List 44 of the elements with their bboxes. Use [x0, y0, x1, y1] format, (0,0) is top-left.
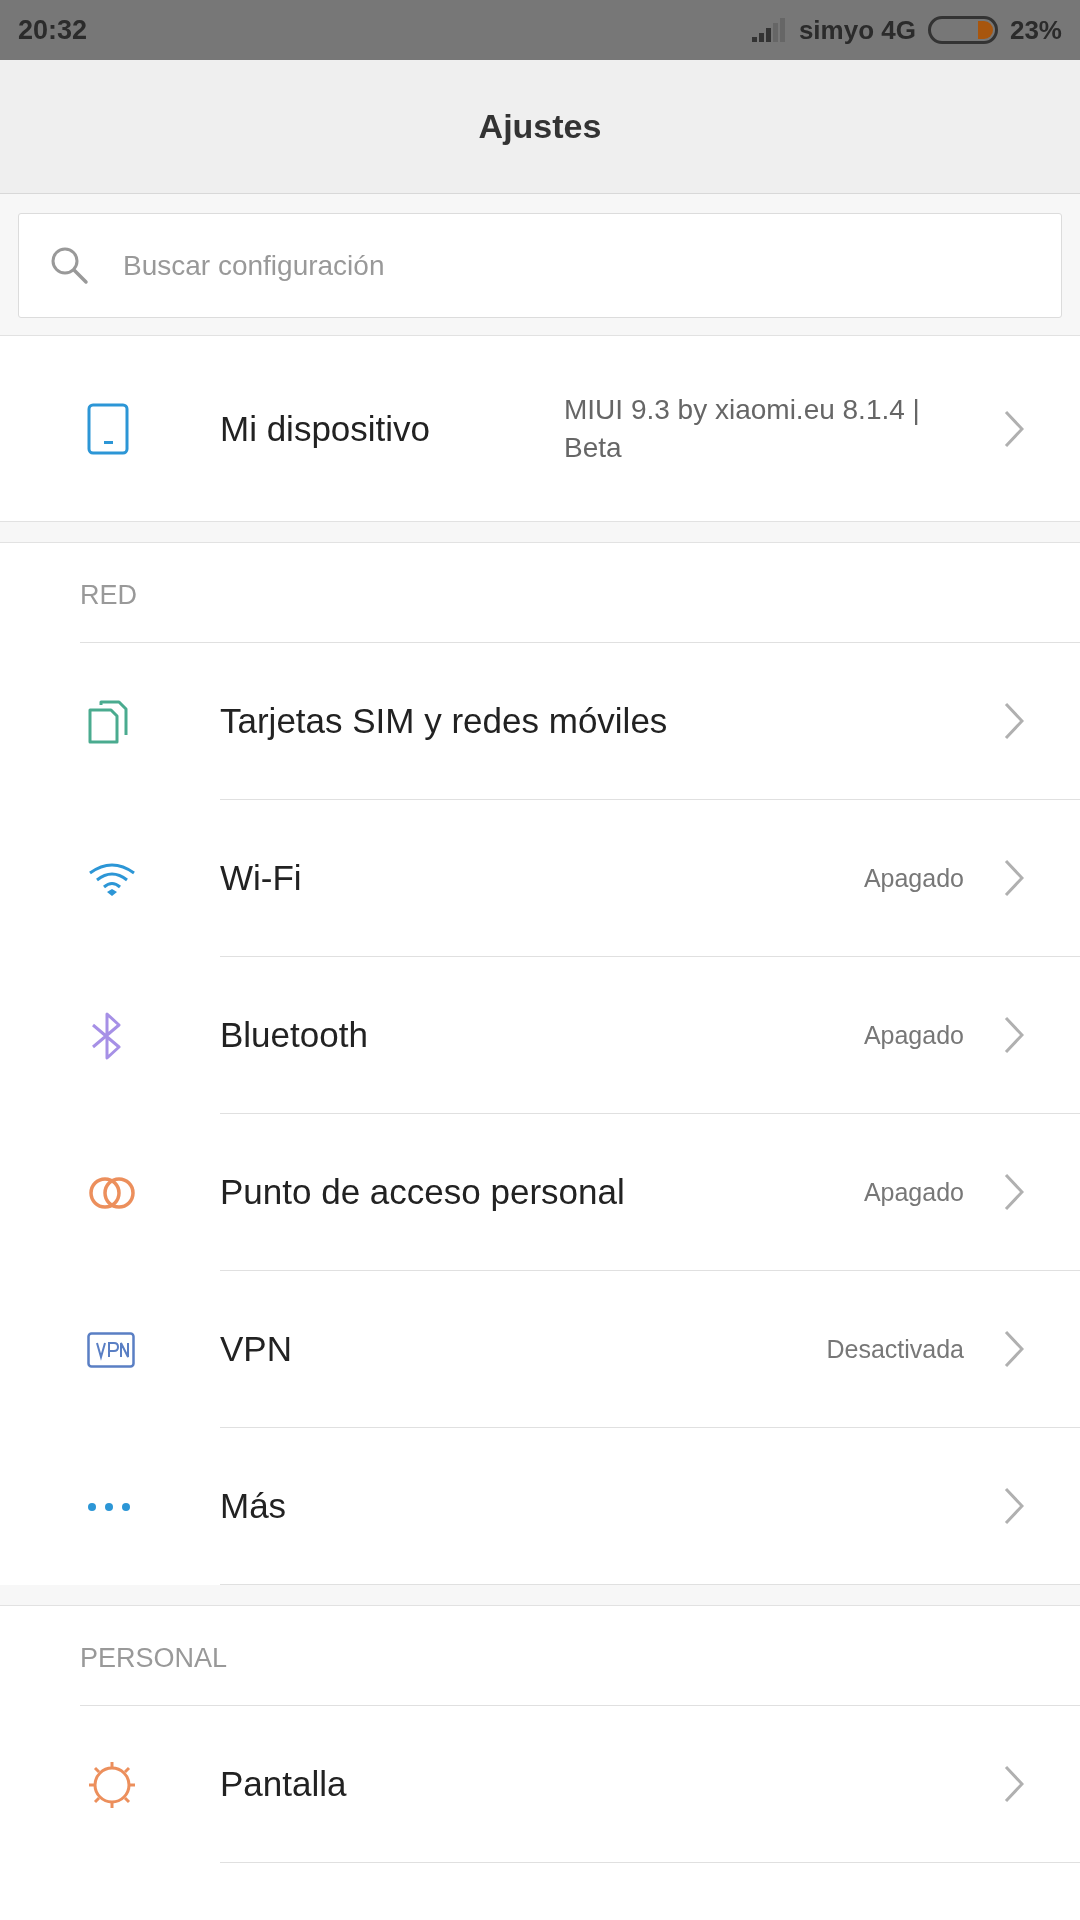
more-dots-icon	[87, 1501, 131, 1512]
chevron-icon	[1004, 1765, 1024, 1803]
section-header: RED	[80, 580, 137, 611]
row-label: Punto de acceso personal	[220, 1172, 625, 1212]
row-label: Más	[220, 1486, 287, 1526]
row-label: Wi-Fi	[220, 858, 302, 898]
settings-row[interactable]: VPN Desactivada	[0, 1271, 1080, 1428]
chevron-icon	[1004, 1173, 1024, 1211]
wifi-icon	[87, 860, 137, 897]
chevron-icon	[1004, 409, 1024, 448]
signal-icon	[750, 17, 787, 43]
row-label: Pantalla	[220, 1764, 347, 1804]
search-field[interactable]: Buscar configuración	[18, 213, 1062, 318]
settings-row[interactable]: Bluetooth Apagado	[0, 957, 1080, 1114]
section-header: PERSONAL	[80, 1643, 228, 1674]
row-value: Apagado	[863, 1177, 964, 1207]
settings-row[interactable]: Tarjetas SIM y redes móviles	[0, 643, 1080, 800]
row-value: Apagado	[863, 863, 964, 893]
chevron-icon	[1004, 702, 1024, 740]
carrier-name: simyo 4G	[798, 14, 916, 46]
row-label: Bluetooth	[220, 1015, 368, 1055]
settings-row[interactable]: Wi-Fi Apagado	[0, 800, 1080, 957]
chevron-icon	[1004, 859, 1024, 897]
row-label: Mi dispositivo	[220, 408, 431, 449]
phone-icon	[87, 402, 129, 455]
sun-icon	[87, 1759, 137, 1810]
chevron-icon	[1004, 1487, 1024, 1525]
vpn-icon	[87, 1331, 135, 1368]
battery-percent: 23%	[1009, 14, 1062, 46]
row-value: MIUI 9.3 by xiaomi.eu 8.1.4 | Beta	[564, 392, 921, 465]
chevron-icon	[1004, 1330, 1024, 1368]
battery-icon	[927, 16, 998, 44]
clock-time: 20:32	[18, 14, 88, 46]
sim-cards-icon	[87, 698, 129, 745]
linked-rings-icon	[87, 1174, 137, 1211]
screen-title: Ajustes	[478, 107, 602, 146]
settings-row[interactable]: Pantalla	[0, 1706, 1080, 1863]
row-label: Tarjetas SIM y redes móviles	[220, 701, 668, 741]
search-icon	[49, 245, 89, 285]
row-value: Desactivada	[826, 1334, 964, 1364]
settings-row[interactable]: Punto de acceso personal Apagado	[0, 1114, 1080, 1271]
row-label: VPN	[220, 1329, 292, 1369]
chevron-icon	[1004, 1016, 1024, 1054]
row-value: Apagado	[863, 1020, 964, 1050]
